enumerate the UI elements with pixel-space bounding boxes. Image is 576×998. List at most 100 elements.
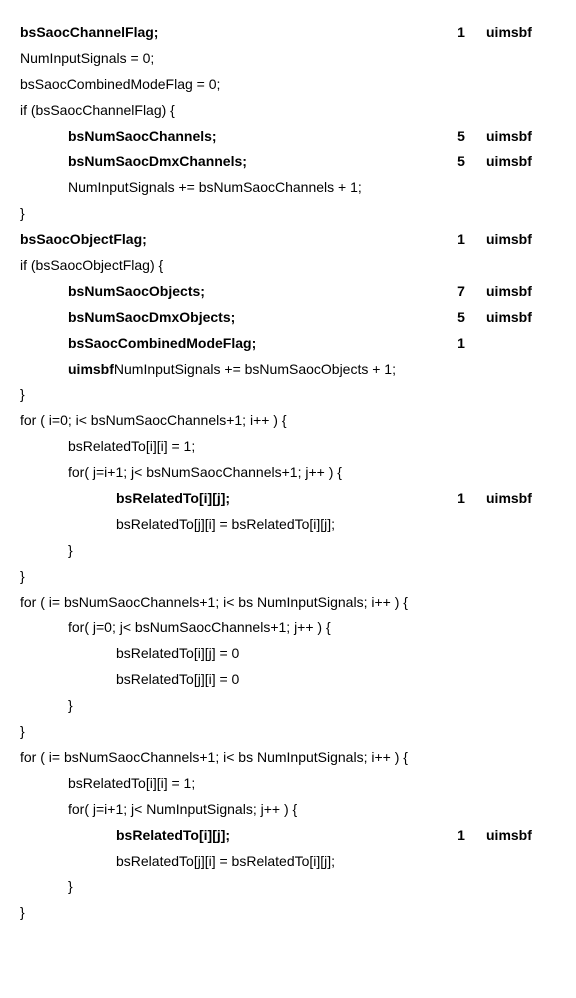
syntax-text: } [20,900,436,926]
syntax-text: } [20,693,436,719]
syntax-row: for( j=0; j< bsNumSaocChannels+1; j++ ) … [20,615,556,641]
syntax-segment: for ( i= bsNumSaocChannels+1; i< bs NumI… [20,749,408,765]
syntax-row: } [20,693,556,719]
syntax-text: for( j=0; j< bsNumSaocChannels+1; j++ ) … [20,615,436,641]
syntax-text: bsNumSaocChannels; [20,124,436,150]
syntax-row: } [20,719,556,745]
syntax-row: } [20,538,556,564]
mnemonic-column: uimsbf [486,124,556,150]
syntax-row: } [20,900,556,926]
syntax-row: bsRelatedTo[i][j];1uimsbf [20,823,556,849]
syntax-segment: bsRelatedTo[i][j] = 0 [116,645,239,661]
syntax-text: NumInputSignals = 0; [20,46,436,72]
syntax-text: for( j=i+1; j< NumInputSignals; j++ ) { [20,797,436,823]
syntax-text: } [20,201,436,227]
syntax-row: } [20,382,556,408]
syntax-row: if (bsSaocChannelFlag) { [20,98,556,124]
bits-column: 1 [436,331,486,357]
syntax-row: } [20,201,556,227]
syntax-segment: } [20,568,25,584]
syntax-row: bsRelatedTo[i][i] = 1; [20,771,556,797]
syntax-text: bsRelatedTo[i][j]; [20,486,436,512]
syntax-segment: for( j=i+1; j< NumInputSignals; j++ ) { [68,801,297,817]
syntax-segment: } [20,723,25,739]
syntax-segment: } [20,386,25,402]
bits-column: 1 [436,20,486,46]
syntax-segment: for( j=i+1; j< bsNumSaocChannels+1; j++ … [68,464,342,480]
syntax-listing: bsSaocChannelFlag;1uimsbfNumInputSignals… [20,20,556,926]
bits-column: 5 [436,124,486,150]
syntax-row: bsRelatedTo[j][i] = 0 [20,667,556,693]
syntax-segment: if (bsSaocChannelFlag) { [20,102,175,118]
syntax-text: if (bsSaocObjectFlag) { [20,253,436,279]
syntax-row: NumInputSignals += bsNumSaocChannels + 1… [20,175,556,201]
syntax-row: bsRelatedTo[j][i] = bsRelatedTo[i][j]; [20,512,556,538]
syntax-segment: NumInputSignals += bsNumSaocObjects + 1; [114,361,396,377]
syntax-row: bsNumSaocDmxObjects;5uimsbf [20,305,556,331]
syntax-segment: } [20,904,25,920]
syntax-text: for ( i=0; i< bsNumSaocChannels+1; i++ )… [20,408,436,434]
syntax-row: uimsbfNumInputSignals += bsNumSaocObject… [20,357,556,383]
syntax-row: bsNumSaocObjects; 7uimsbf [20,279,556,305]
syntax-text: bsRelatedTo[i][j] = 0 [20,641,436,667]
syntax-segment: for( j=0; j< bsNumSaocChannels+1; j++ ) … [68,619,331,635]
syntax-row: for ( i= bsNumSaocChannels+1; i< bs NumI… [20,745,556,771]
bits-column: 1 [436,486,486,512]
syntax-text: bsSaocCombinedModeFlag; [20,331,436,357]
mnemonic-column: uimsbf [486,227,556,253]
mnemonic-column: uimsbf [486,20,556,46]
syntax-row: } [20,874,556,900]
syntax-text: for ( i= bsNumSaocChannels+1; i< bs NumI… [20,745,436,771]
syntax-row: for( j=i+1; j< NumInputSignals; j++ ) { [20,797,556,823]
syntax-text: } [20,874,436,900]
syntax-segment: bsRelatedTo[j][i] = bsRelatedTo[i][j]; [116,516,335,532]
syntax-text: bsNumSaocDmxObjects; [20,305,436,331]
syntax-row: bsNumSaocChannels; 5uimsbf [20,124,556,150]
syntax-segment: NumInputSignals = 0; [20,50,154,66]
syntax-text: for ( i= bsNumSaocChannels+1; i< bs NumI… [20,590,436,616]
syntax-row: for ( i= bsNumSaocChannels+1; i< bs NumI… [20,590,556,616]
syntax-text: bsSaocObjectFlag; [20,227,436,253]
syntax-text: NumInputSignals += bsNumSaocChannels + 1… [20,175,436,201]
syntax-text: bsRelatedTo[i][j]; [20,823,436,849]
syntax-row: NumInputSignals = 0; [20,46,556,72]
syntax-segment: for ( i= bsNumSaocChannels+1; i< bs NumI… [20,594,408,610]
syntax-row: bsRelatedTo[i][i] = 1; [20,434,556,460]
syntax-segment: for ( i=0; i< bsNumSaocChannels+1; i++ )… [20,412,287,428]
syntax-segment: } [68,697,73,713]
syntax-segment: bsNumSaocChannels; [68,128,217,144]
syntax-segment: NumInputSignals += bsNumSaocChannels + 1… [68,179,362,195]
syntax-segment: bsRelatedTo[j][i] = 0 [116,671,239,687]
mnemonic-column: uimsbf [486,279,556,305]
mnemonic-column: uimsbf [486,486,556,512]
syntax-text: bsRelatedTo[j][i] = 0 [20,667,436,693]
syntax-text: uimsbfNumInputSignals += bsNumSaocObject… [20,357,436,383]
syntax-segment: uimsbf [68,361,114,377]
syntax-row: for ( i=0; i< bsNumSaocChannels+1; i++ )… [20,408,556,434]
syntax-text: if (bsSaocChannelFlag) { [20,98,436,124]
bits-column: 7 [436,279,486,305]
syntax-segment: bsRelatedTo[i][i] = 1; [68,438,195,454]
syntax-segment: bsRelatedTo[i][j]; [116,490,230,506]
syntax-segment: bsSaocCombinedModeFlag = 0; [20,76,220,92]
syntax-row: bsNumSaocDmxChannels;5uimsbf [20,149,556,175]
syntax-text: bsRelatedTo[i][i] = 1; [20,771,436,797]
syntax-text: bsRelatedTo[j][i] = bsRelatedTo[i][j]; [20,849,436,875]
mnemonic-column: uimsbf [486,305,556,331]
syntax-segment: bsSaocObjectFlag; [20,231,147,247]
syntax-row: bsSaocObjectFlag;1uimsbf [20,227,556,253]
syntax-row: bsSaocCombinedModeFlag; 1 [20,331,556,357]
syntax-row: bsRelatedTo[i][j] = 0 [20,641,556,667]
syntax-text: bsRelatedTo[j][i] = bsRelatedTo[i][j]; [20,512,436,538]
syntax-text: for( j=i+1; j< bsNumSaocChannels+1; j++ … [20,460,436,486]
mnemonic-column: uimsbf [486,823,556,849]
syntax-segment: bsNumSaocDmxChannels; [68,153,247,169]
syntax-text: } [20,382,436,408]
syntax-segment: bsSaocCombinedModeFlag; [68,335,256,351]
syntax-segment: } [68,542,73,558]
syntax-row: bsRelatedTo[j][i] = bsRelatedTo[i][j]; [20,849,556,875]
syntax-segment: bsNumSaocObjects; [68,283,205,299]
syntax-text: } [20,538,436,564]
bits-column: 5 [436,305,486,331]
syntax-text: bsRelatedTo[i][i] = 1; [20,434,436,460]
